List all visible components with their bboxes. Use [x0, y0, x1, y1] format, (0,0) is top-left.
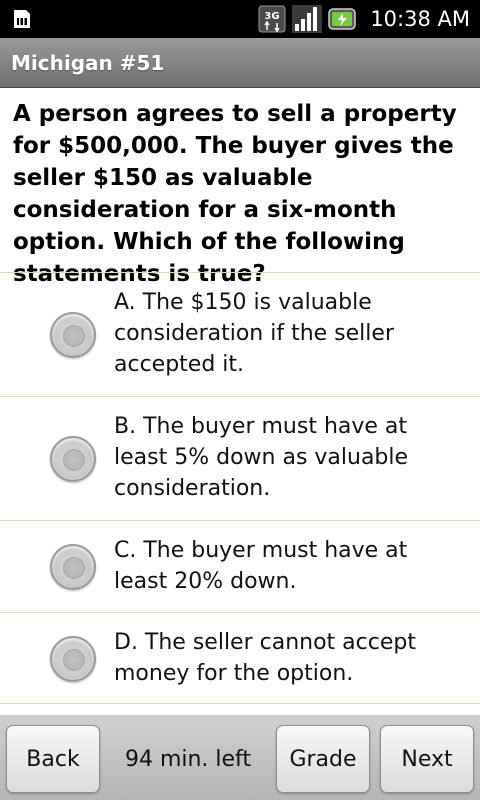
time-left-label: 94 min. left: [124, 746, 252, 772]
option-a-label: A. The $150 is valuable consideration if…: [114, 290, 394, 377]
option-d[interactable]: D. The seller cannot accept money for th…: [0, 612, 480, 704]
option-c[interactable]: C. The buyer must have at least 20% down…: [0, 520, 480, 612]
title-bar: Michigan #51: [0, 38, 480, 88]
radio-button-icon[interactable]: [50, 544, 96, 590]
radio-button-icon[interactable]: [50, 636, 96, 682]
page-title: Michigan #51: [11, 51, 165, 75]
signal-strength-icon: [292, 5, 323, 33]
radio-button-icon[interactable]: [50, 436, 96, 482]
3g-data-icon: 3G: [258, 5, 286, 33]
svg-text:3G: 3G: [265, 11, 280, 22]
status-icons: 3G 10:38 AM: [258, 5, 470, 33]
question-text: A person agrees to sell a property for $…: [13, 101, 457, 287]
option-b[interactable]: B. The buyer must have at least 5% down …: [0, 396, 480, 520]
sim-card-icon: [14, 10, 30, 28]
option-b-label: B. The buyer must have at least 5% down …: [114, 414, 409, 501]
answer-options: A. The $150 is valuable consideration if…: [0, 272, 480, 704]
option-a[interactable]: A. The $150 is valuable consideration if…: [0, 272, 480, 396]
radio-button-icon[interactable]: [50, 312, 96, 358]
battery-charging-icon: [328, 8, 357, 30]
status-time: 10:38 AM: [370, 7, 470, 31]
option-d-label: D. The seller cannot accept money for th…: [114, 630, 416, 686]
status-bar: 3G 10:38 AM: [0, 0, 480, 38]
bottom-toolbar: Back 94 min. left Grade Next: [0, 715, 480, 800]
next-button[interactable]: Next: [380, 725, 474, 793]
back-button[interactable]: Back: [6, 725, 100, 793]
option-c-label: C. The buyer must have at least 20% down…: [114, 538, 408, 594]
grade-button[interactable]: Grade: [276, 725, 370, 793]
